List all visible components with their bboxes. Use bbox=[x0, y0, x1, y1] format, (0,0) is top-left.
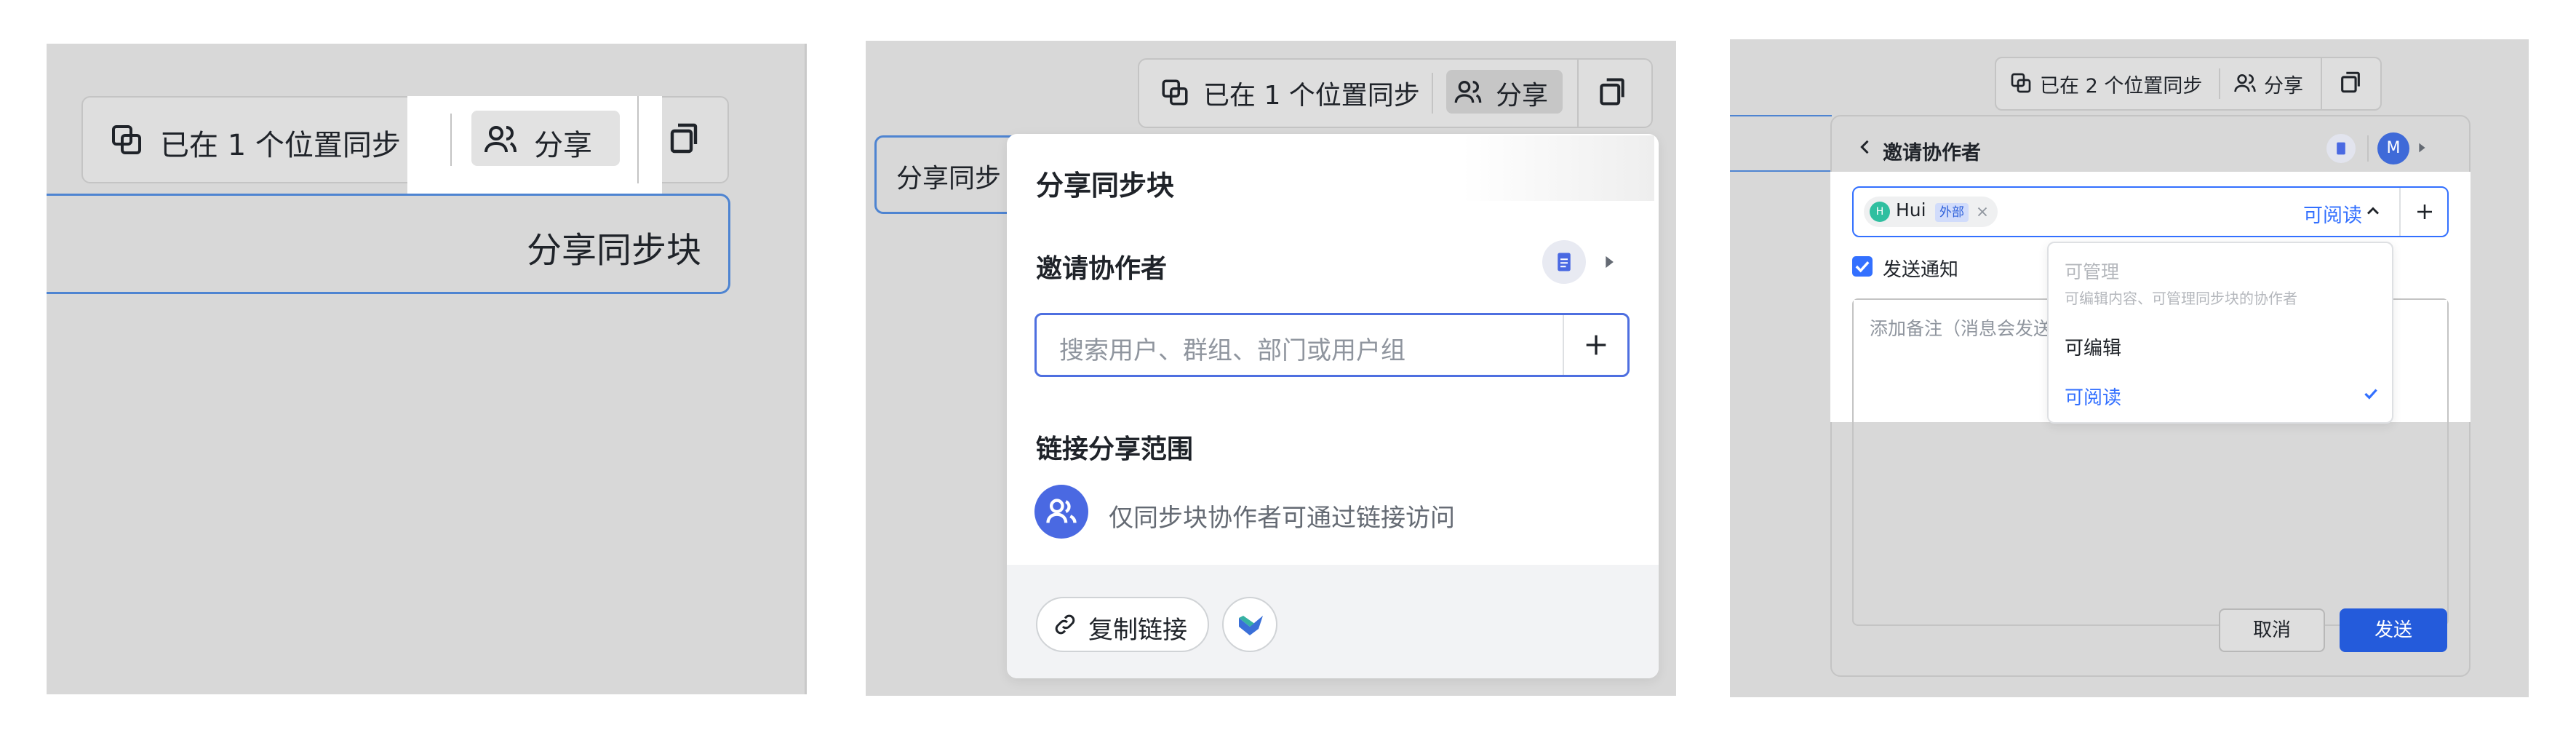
dialog-title: 邀请协作者 bbox=[1883, 142, 1981, 164]
scope-title: 链接分享范围 bbox=[1036, 435, 1194, 464]
scope-description: 仅同步块协作者可通过链接访问 bbox=[1109, 504, 1455, 533]
document-icon[interactable] bbox=[1542, 240, 1586, 284]
header-divider bbox=[2367, 135, 2369, 162]
invite-title: 邀请协作者 bbox=[1036, 254, 1168, 284]
chip-avatar: H bbox=[1870, 202, 1890, 222]
panel-3: 已在 2 个位置同步 分享 邀请协作者 M H Hui 外部 可阅读 发送通知 … bbox=[1730, 39, 2529, 697]
sync-status-label: 已在 1 个位置同步 bbox=[1203, 81, 1420, 111]
toolbar-divider bbox=[450, 114, 452, 166]
back-chevron-icon[interactable] bbox=[1855, 137, 1875, 157]
toolbar-divider bbox=[1432, 73, 1433, 114]
cancel-button[interactable]: 取消 bbox=[2219, 608, 2325, 652]
share-button-label[interactable]: 分享 bbox=[2264, 70, 2303, 98]
share-button-label: 分享 bbox=[534, 129, 592, 162]
input-divider bbox=[2399, 188, 2401, 236]
sync-icon bbox=[1160, 77, 1190, 108]
add-icon[interactable] bbox=[2414, 201, 2436, 223]
sync-block-label: 分享同步 bbox=[896, 164, 1002, 194]
panel-1: 已在 1 个位置同步 分享 分享同步块 bbox=[47, 44, 807, 694]
users-icon bbox=[483, 122, 518, 156]
option-read-label[interactable]: 可阅读 bbox=[2065, 383, 2121, 410]
avatar[interactable]: M bbox=[2377, 132, 2409, 164]
chevron-up-icon[interactable] bbox=[2363, 201, 2383, 221]
lark-app-button[interactable] bbox=[1222, 597, 1277, 652]
option-manage-label[interactable]: 可管理 bbox=[2065, 258, 2119, 284]
sync-status-label: 已在 1 个位置同步 bbox=[160, 129, 401, 162]
document-icon[interactable] bbox=[2326, 134, 2356, 163]
sync-icon bbox=[2009, 71, 2033, 95]
check-icon bbox=[2361, 384, 2380, 403]
add-icon[interactable] bbox=[1582, 330, 1611, 360]
copy-icon[interactable] bbox=[2338, 70, 2363, 95]
sync-block-label: 分享同步块 bbox=[527, 230, 702, 271]
note-placeholder: 添加备注（消息会发送 bbox=[1870, 318, 2052, 339]
copy-link-label: 复制链接 bbox=[1088, 616, 1187, 645]
chip-name: Hui bbox=[1896, 199, 1926, 221]
input-divider bbox=[1563, 315, 1564, 375]
caret-right-icon[interactable] bbox=[1599, 252, 1619, 272]
remove-chip-icon[interactable] bbox=[1974, 204, 1990, 220]
toolbar-divider-2 bbox=[1577, 58, 1579, 128]
sync-status-label: 已在 2 个位置同步 bbox=[2040, 75, 2203, 98]
sync-icon bbox=[109, 122, 144, 157]
notify-label: 发送通知 bbox=[1883, 259, 1959, 281]
permission-select-label[interactable]: 可阅读 bbox=[2303, 199, 2362, 228]
external-tag: 外部 bbox=[1935, 203, 1969, 222]
search-placeholder: 搜索用户、群组、部门或用户组 bbox=[1059, 336, 1405, 365]
toolbar-divider bbox=[2219, 68, 2220, 99]
block-edge-line bbox=[1730, 115, 1832, 116]
panel-2: 已在 1 个位置同步 分享 分享同步 分享同步块 邀请协作者 搜索用户、群组、部… bbox=[866, 41, 1676, 696]
send-button[interactable]: 发送 bbox=[2340, 608, 2447, 652]
copy-icon[interactable] bbox=[1596, 76, 1628, 108]
option-manage-desc: 可编辑内容、可管理同步块的协作者 bbox=[2065, 290, 2297, 307]
block-edge-line-2 bbox=[1730, 170, 1832, 172]
popup-top-fade bbox=[1462, 135, 1654, 201]
popup-title: 分享同步块 bbox=[1036, 170, 1175, 202]
caret-right-icon[interactable] bbox=[2414, 140, 2430, 156]
users-icon bbox=[2233, 71, 2257, 95]
share-button-label: 分享 bbox=[1496, 81, 1549, 111]
link-icon bbox=[1052, 611, 1078, 638]
notify-checkbox[interactable] bbox=[1852, 256, 1873, 277]
toolbar-divider-2 bbox=[2321, 57, 2322, 111]
users-icon bbox=[1454, 77, 1483, 106]
toolbar-divider-2 bbox=[637, 96, 639, 183]
scope-users-icon bbox=[1034, 485, 1088, 539]
option-edit-label[interactable]: 可编辑 bbox=[2065, 333, 2121, 360]
copy-icon[interactable] bbox=[666, 121, 701, 156]
